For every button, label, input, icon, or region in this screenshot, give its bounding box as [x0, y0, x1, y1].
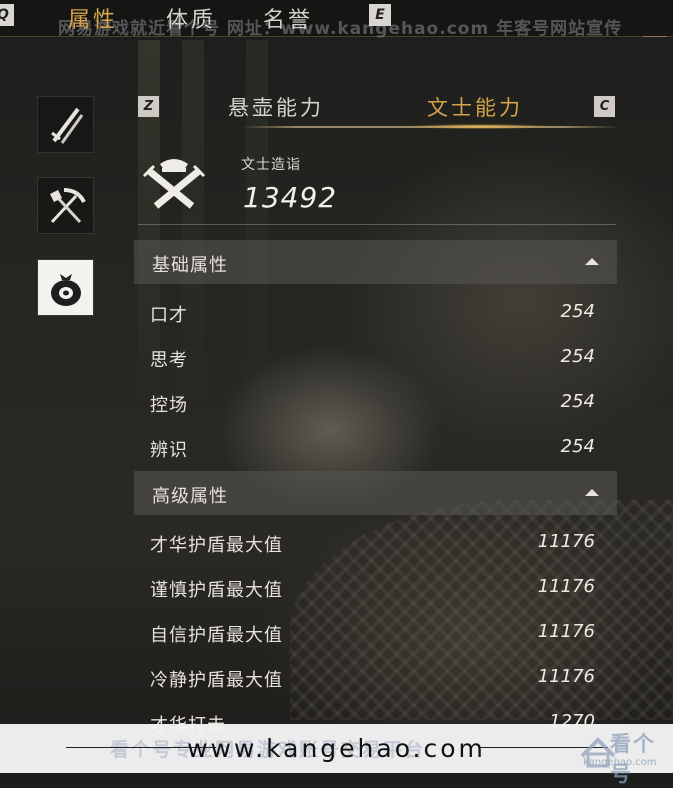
section-basic-attributes[interactable]: 基础属性 — [134, 240, 617, 284]
scholar-mastery-label: 文士造诣 — [241, 157, 301, 173]
attribute-value: 11176 — [537, 576, 595, 597]
attribute-name: 思考 — [150, 350, 188, 371]
attribute-row: 才华护盾最大值 11176 — [134, 519, 617, 563]
attribute-row: 谨慎护盾最大值 11176 — [134, 564, 617, 608]
key-hint-e[interactable]: E — [369, 4, 391, 26]
attribute-value: 254 — [560, 301, 595, 322]
tab-constitution[interactable]: 体质 — [166, 2, 216, 34]
tab-reputation[interactable]: 名誉 — [263, 2, 313, 34]
attribute-row: 冷静护盾最大值 11176 — [134, 654, 617, 698]
subtab-scholar-ability[interactable]: 文士能力 — [427, 92, 523, 122]
attribute-name: 口才 — [150, 305, 188, 326]
watermark-top: 网易游戏就近看个号 网址：www.kangehao.com 年客号网站宣传 — [58, 19, 623, 39]
collapse-arrow-icon[interactable] — [585, 258, 599, 265]
key-hint-q[interactable]: Q — [0, 4, 14, 26]
subtab-medicine-ability[interactable]: 悬壶能力 — [228, 92, 324, 122]
money-bag-icon — [50, 273, 81, 306]
attribute-row: 口才 254 — [134, 289, 617, 333]
header-divider — [138, 224, 616, 225]
attribute-value: 11176 — [537, 531, 595, 552]
attribute-name: 辨识 — [150, 440, 188, 461]
watermark-logo-sub: kangehao.com — [583, 757, 657, 768]
sword-icon — [50, 107, 83, 144]
attribute-value: 11176 — [537, 621, 595, 642]
attribute-row: 辨识 254 — [134, 424, 617, 468]
key-hint-c[interactable]: C — [594, 96, 615, 117]
attribute-row: 自信护盾最大值 11176 — [134, 609, 617, 653]
pickaxe-icon — [49, 187, 86, 223]
scholar-category-button[interactable] — [38, 260, 93, 315]
attribute-value: 11176 — [537, 666, 595, 687]
attribute-name: 控场 — [150, 395, 188, 416]
active-subtab-indicator — [410, 124, 550, 129]
section-advanced-attributes[interactable]: 高级属性 — [134, 471, 617, 515]
scholar-mastery-value: 13492 — [243, 181, 338, 214]
section-title: 高级属性 — [152, 486, 228, 507]
crossed-swords-hat-icon — [142, 159, 206, 209]
section-title: 基础属性 — [152, 255, 228, 276]
collapse-arrow-icon[interactable] — [585, 489, 599, 496]
attribute-row: 控场 254 — [134, 379, 617, 423]
key-hint-z[interactable]: Z — [138, 96, 159, 117]
attribute-row: 思考 254 — [134, 334, 617, 378]
gathering-category-button[interactable] — [38, 178, 93, 233]
attribute-name: 冷静护盾最大值 — [150, 670, 283, 691]
attribute-value: 254 — [560, 391, 595, 412]
tab-attributes[interactable]: 属性 — [68, 2, 118, 34]
attribute-value: 254 — [560, 436, 595, 457]
sword-category-button[interactable] — [38, 97, 93, 152]
attribute-name: 才华护盾最大值 — [150, 535, 283, 556]
watermark-url: www.kangehao.com — [187, 734, 486, 763]
attribute-name: 谨慎护盾最大值 — [150, 580, 283, 601]
corner-ornament — [643, 26, 667, 37]
attribute-name: 自信护盾最大值 — [150, 625, 283, 646]
attribute-value: 254 — [560, 346, 595, 367]
